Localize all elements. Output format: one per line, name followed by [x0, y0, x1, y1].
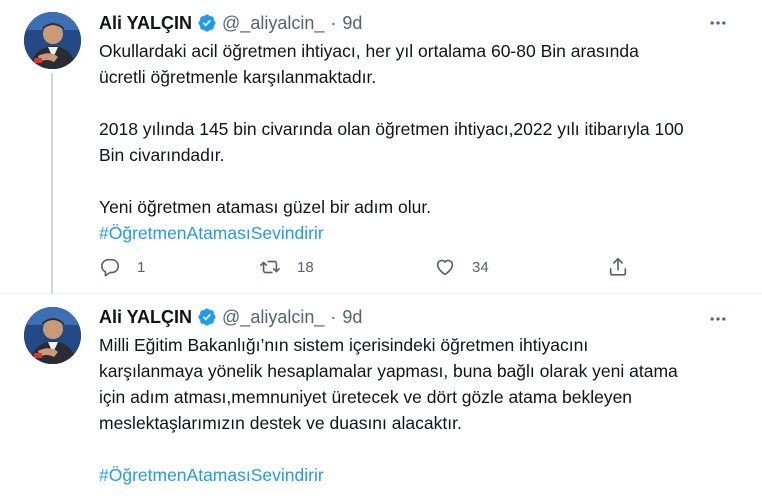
separator-dot: ·	[330, 306, 337, 327]
verified-badge-icon	[198, 14, 216, 32]
tweet[interactable]: Ali YALÇIN @_aliyalcin_ · 9d Okullardaki…	[0, 0, 762, 294]
like-count: 34	[472, 258, 489, 276]
retweet-icon	[260, 260, 280, 274]
tweet-paragraph: Yeni öğretmen ataması güzel bir adım olu…	[99, 197, 432, 217]
profile-photo-icon	[24, 12, 81, 69]
reply-button[interactable]: 1	[99, 254, 145, 280]
profile-photo-icon	[24, 307, 81, 364]
tweet-text: Okullardaki acil öğretmen ihtiyacı, her …	[99, 38, 739, 246]
hashtag-link[interactable]: #ÖğretmenAtamasıSevindirir	[99, 462, 739, 488]
like-button[interactable]: 34	[434, 254, 489, 280]
tweet-paragraph: Milli Eğitim Bakanlığı’nın sistem içeris…	[99, 335, 678, 433]
separator-dot: ·	[330, 12, 337, 33]
author-name[interactable]: Ali YALÇIN	[99, 307, 192, 328]
tweet-header: Ali YALÇIN @_aliyalcin_ · 9d	[99, 11, 362, 35]
tweet[interactable]: Ali YALÇIN @_aliyalcin_ · 9d Milli Eğiti…	[0, 294, 762, 503]
author-handle[interactable]: @_aliyalcin_	[222, 13, 324, 34]
hashtag-link[interactable]: #ÖğretmenAtamasıSevindirir	[99, 220, 739, 246]
more-options-icon[interactable]	[708, 309, 728, 329]
verified-badge-icon	[198, 308, 216, 326]
share-icon	[609, 257, 627, 276]
author-name[interactable]: Ali YALÇIN	[99, 13, 192, 34]
thread-line	[51, 73, 53, 294]
tweet-header: Ali YALÇIN @_aliyalcin_ · 9d	[99, 305, 362, 329]
share-button[interactable]	[607, 254, 629, 280]
reply-count: 1	[137, 258, 146, 276]
tweet-actions: 1 18 34	[99, 254, 639, 280]
retweet-count: 18	[297, 258, 314, 276]
author-handle[interactable]: @_aliyalcin_	[222, 307, 324, 328]
avatar[interactable]	[24, 12, 81, 69]
retweet-button[interactable]: 18	[259, 254, 314, 280]
more-options-icon[interactable]	[708, 13, 728, 33]
tweet-text: Milli Eğitim Bakanlığı’nın sistem içeris…	[99, 332, 739, 488]
reply-icon	[100, 258, 120, 277]
tweet-time[interactable]: 9d	[342, 13, 362, 34]
avatar[interactable]	[24, 307, 81, 364]
tweet-paragraph: Okullardaki acil öğretmen ihtiyacı, her …	[99, 41, 639, 87]
tweet-paragraph: 2018 yılında 145 bin civarında olan öğre…	[99, 119, 684, 165]
tweet-time[interactable]: 9d	[342, 307, 362, 328]
heart-icon	[436, 259, 454, 276]
